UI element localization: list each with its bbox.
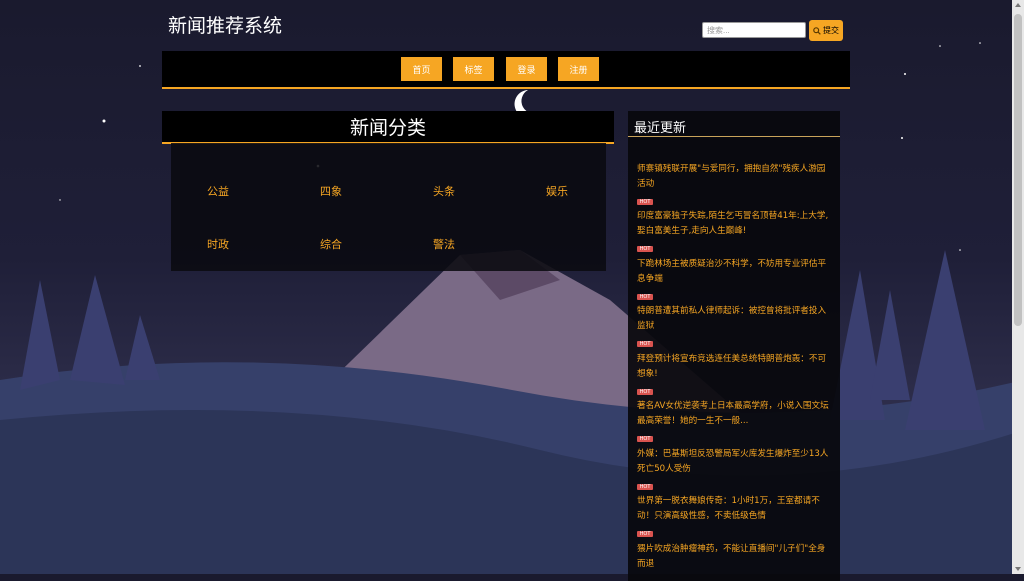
category-general[interactable]: 综合 xyxy=(301,236,361,252)
news-link[interactable]: 师寨镇残联开展"与爱同行，拥抱自然"残疾人游园活动 xyxy=(637,162,833,192)
hot-badge: HOT xyxy=(637,484,653,490)
hot-badge: HOT xyxy=(637,389,653,395)
submit-button-label: 提交 xyxy=(823,26,839,35)
scroll-up-arrow-icon[interactable] xyxy=(1015,3,1021,7)
news-link[interactable]: 印度富豪独子失踪,陌生乞丐冒名顶替41年:上大学,娶白富美生子,走向人生巅峰! xyxy=(637,209,833,239)
hot-badge: HOT xyxy=(637,199,653,205)
main-navbar: 首页 标签 登录 注册 xyxy=(162,51,850,89)
news-link[interactable]: 下跪林场主被质疑治沙不科学，不妨用专业评估平息争端 xyxy=(637,257,833,287)
search-input[interactable] xyxy=(702,22,806,38)
hot-badge: HOT xyxy=(637,294,653,300)
page-container: 新闻推荐系统 提交 首页 标签 登录 注册 新闻分类 公益 四象 头条 娱乐 时… xyxy=(162,0,850,581)
news-link[interactable]: 猥片吹成治肿瘤神药，不能让直播间"儿子们"全身而退 xyxy=(637,542,833,572)
divider xyxy=(628,136,840,137)
hot-badge: HOT xyxy=(637,341,653,347)
category-section-title: 新闻分类 xyxy=(162,111,614,144)
category-headlines[interactable]: 头条 xyxy=(414,183,474,199)
category-police-law[interactable]: 警法 xyxy=(414,236,474,252)
category-panel: 公益 四象 头条 娱乐 时政 综合 警法 xyxy=(171,143,606,271)
search-icon xyxy=(813,26,821,35)
category-entertainment[interactable]: 娱乐 xyxy=(527,183,587,199)
site-title: 新闻推荐系统 xyxy=(168,15,283,37)
hot-badge: HOT xyxy=(637,246,653,252)
nav-home[interactable]: 首页 xyxy=(401,57,442,81)
recent-updates-panel: 最近更新 师寨镇残联开展"与爱同行，拥抱自然"残疾人游园活动 HOT 印度富豪独… xyxy=(628,111,840,581)
vertical-scrollbar[interactable] xyxy=(1012,0,1024,574)
scroll-thumb[interactable] xyxy=(1014,14,1022,326)
news-link[interactable]: 外媒：巴基斯坦反恐警局军火库发生爆炸至少13人死亡50人受伤 xyxy=(637,447,833,477)
news-link[interactable]: 世界第一脱衣舞娘传奇：1小时1万，王室都请不动！只演高级性感，不卖低级色情 xyxy=(637,494,833,524)
category-politics[interactable]: 时政 xyxy=(188,236,248,252)
submit-button[interactable]: 提交 xyxy=(809,20,843,41)
category-public-welfare[interactable]: 公益 xyxy=(188,183,248,199)
news-link[interactable]: 特朗普遭其前私人律师起诉：被控曾将批评者投入监狱 xyxy=(637,304,833,334)
recent-updates-title: 最近更新 xyxy=(634,121,687,136)
nav-register[interactable]: 注册 xyxy=(558,57,599,81)
nav-tags[interactable]: 标签 xyxy=(453,57,494,81)
news-link[interactable]: 拜登预计将宣布竞选连任美总统特朗普炮轰：不可想象! xyxy=(637,352,833,382)
news-link[interactable]: 著名AV女优逆袭考上日本最高学府，小说入围文坛最高荣誉！她的一生不一般... xyxy=(637,399,833,429)
category-sixiang[interactable]: 四象 xyxy=(301,183,361,199)
hot-badge: HOT xyxy=(637,436,653,442)
hot-badge: HOT xyxy=(637,531,653,537)
scroll-down-arrow-icon[interactable] xyxy=(1015,567,1021,571)
nav-login[interactable]: 登录 xyxy=(506,57,547,81)
